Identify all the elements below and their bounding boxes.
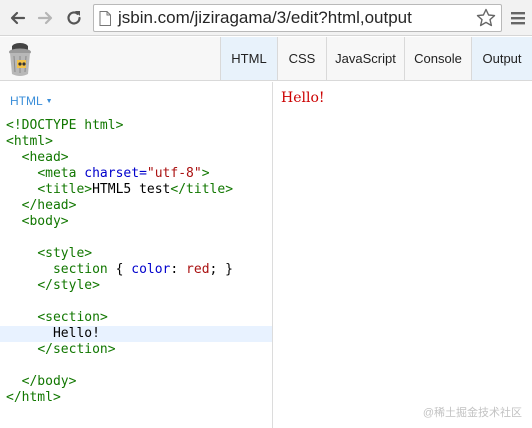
code-line[interactable]: </section> <box>0 342 272 358</box>
code-line[interactable]: section { color: red; } <box>0 262 272 278</box>
output-hello-text: Hello! <box>281 90 325 106</box>
caret-down-icon: ▼ <box>45 98 53 105</box>
code-line[interactable]: <section> <box>0 310 272 326</box>
forward-button[interactable] <box>33 6 57 30</box>
jsbin-logo-icon[interactable] <box>5 40 35 78</box>
tab-html[interactable]: HTML <box>220 37 277 80</box>
html-editor-panel: HTML ▼ <!DOCTYPE html> <html> <head> <meta… <box>0 82 272 428</box>
bookmark-star-icon[interactable] <box>476 8 496 28</box>
address-bar[interactable]: jsbin.com/jiziragama/3/edit?html,output <box>93 4 502 32</box>
code-line[interactable]: </body> <box>0 374 272 390</box>
tab-css[interactable]: CSS <box>277 37 326 80</box>
code-line[interactable]: Hello! <box>0 326 272 342</box>
code-line[interactable]: </html> <box>0 390 272 406</box>
code-line[interactable] <box>0 230 272 246</box>
browser-menu-icon[interactable] <box>508 8 528 28</box>
code-line[interactable]: <!DOCTYPE html> <box>0 118 272 134</box>
back-button[interactable] <box>6 6 30 30</box>
url-text: jsbin.com/jiziragama/3/edit?html,output <box>118 8 412 27</box>
back-arrow-icon <box>10 11 26 25</box>
panel-language-dropdown[interactable]: HTML ▼ <box>10 94 53 108</box>
reload-button[interactable] <box>62 6 86 30</box>
code-line[interactable]: <meta charset="utf-8"> <box>0 166 272 182</box>
code-line[interactable] <box>0 294 272 310</box>
panel-language-label: HTML <box>10 94 43 108</box>
page-icon <box>99 11 111 26</box>
tab-console[interactable]: Console <box>404 37 471 80</box>
code-line[interactable]: <body> <box>0 214 272 230</box>
watermark: @稀土掘金技术社区 <box>422 407 522 419</box>
code-line[interactable]: </head> <box>0 198 272 214</box>
code-line[interactable]: <style> <box>0 246 272 262</box>
forward-arrow-icon <box>37 11 53 25</box>
tab-output[interactable]: Output <box>471 37 532 80</box>
code-line[interactable]: </style> <box>0 278 272 294</box>
jsbin-toolbar: HTML CSS JavaScript Console Output <box>0 37 532 81</box>
code-line[interactable]: <head> <box>0 150 272 166</box>
browser-toolbar: jsbin.com/jiziragama/3/edit?html,output <box>0 0 532 36</box>
code-editor[interactable]: <!DOCTYPE html> <html> <head> <meta chars… <box>0 118 272 406</box>
code-line[interactable]: <html> <box>0 134 272 150</box>
reload-icon <box>67 11 81 25</box>
code-line[interactable]: <title>HTML5 test</title> <box>0 182 272 198</box>
output-panel: Hello! <box>273 82 532 428</box>
tab-javascript[interactable]: JavaScript <box>326 37 404 80</box>
code-line[interactable] <box>0 358 272 374</box>
